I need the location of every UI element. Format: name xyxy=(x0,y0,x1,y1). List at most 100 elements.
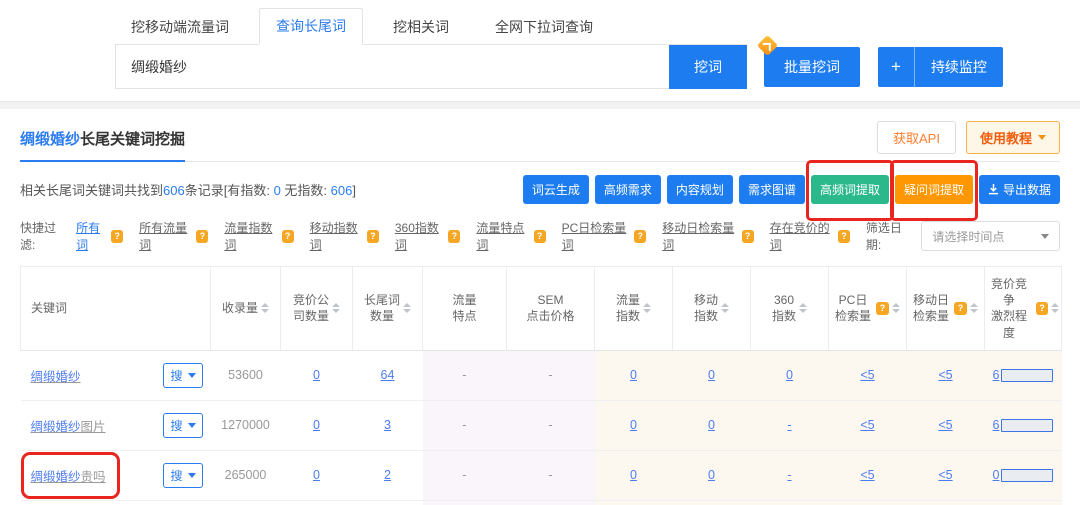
action-button-疑问词提取[interactable]: 疑问词提取 xyxy=(895,175,973,204)
competition-value-link[interactable]: 6 xyxy=(993,418,1000,432)
tab-挖移动端流量词[interactable]: 挖移动端流量词 xyxy=(115,10,245,44)
sort-icon[interactable] xyxy=(403,303,411,313)
filter-流量特点词[interactable]: 流量特点词? xyxy=(476,219,545,253)
filter-存在竞价的词[interactable]: 存在竞价的词? xyxy=(770,219,850,253)
row-search-button[interactable]: 搜 xyxy=(163,463,202,488)
get-api-button[interactable]: 获取API xyxy=(877,121,956,154)
cell-bid_companies: 0 xyxy=(281,350,353,400)
help-icon[interactable]: ? xyxy=(448,230,460,243)
tab-查询长尾词[interactable]: 查询长尾词 xyxy=(259,8,363,45)
sort-icon[interactable] xyxy=(332,303,340,313)
filter-流量指数词[interactable]: 流量指数词? xyxy=(224,219,293,253)
action-button-词云生成[interactable]: 词云生成 xyxy=(523,175,589,204)
help-icon[interactable]: ? xyxy=(1036,302,1048,315)
cell-value-link[interactable]: 0 xyxy=(630,368,637,382)
sort-icon[interactable] xyxy=(643,303,651,313)
keyword-link[interactable]: 绸缎婚纱贵吗 xyxy=(31,466,106,485)
help-icon[interactable]: ? xyxy=(367,230,379,243)
cell-value-link[interactable]: <5 xyxy=(938,418,952,432)
result-summary: 相关长尾词关键词共找到606条记录[有指数: 0 无指数: 606] xyxy=(20,180,356,199)
keyword-link[interactable]: 绸缎婚纱图片 xyxy=(31,416,106,435)
filter-所有流量词[interactable]: 所有流量词? xyxy=(139,219,208,253)
cell-value-link[interactable]: 64 xyxy=(381,368,395,382)
cell-value-link[interactable]: 0 xyxy=(630,418,637,432)
help-icon[interactable]: ? xyxy=(954,302,967,315)
sort-icon[interactable] xyxy=(721,303,729,313)
filter-360指数词[interactable]: 360指数词? xyxy=(395,219,461,253)
row-search-button[interactable]: 搜 xyxy=(163,413,202,438)
help-icon[interactable]: ? xyxy=(282,230,294,243)
cell-value-link[interactable]: <5 xyxy=(938,368,952,382)
cell-value-link[interactable]: <5 xyxy=(860,418,874,432)
cell-competition: 6 xyxy=(985,400,1062,450)
cell-value-link[interactable]: 3 xyxy=(384,418,391,432)
competition-value-link[interactable]: 0 xyxy=(993,468,1000,482)
filter-所有词[interactable]: 所有词? xyxy=(76,219,123,253)
sort-icon[interactable] xyxy=(261,303,269,313)
filter-移动日检索量词[interactable]: 移动日检索量词? xyxy=(662,219,753,253)
tab-全网下拉词查询[interactable]: 全网下拉词查询 xyxy=(479,10,609,44)
filter-text: 流量特点词 xyxy=(476,219,531,253)
cell-value-link[interactable]: 0 xyxy=(313,418,320,432)
keyword-cell: 绸缎婚纱贵吗 搜 xyxy=(23,463,209,488)
column-header-bid_companies: 竞价公司数量 xyxy=(281,267,353,351)
column-header-longtail_count: 长尾词数量 xyxy=(353,267,423,351)
sort-icon[interactable] xyxy=(799,303,807,313)
help-icon[interactable]: ? xyxy=(534,230,546,243)
keyword-segment: 图片 xyxy=(81,420,106,434)
filter-PC日检索量词[interactable]: PC日检索量词? xyxy=(562,219,647,253)
filter-text: 流量指数词 xyxy=(224,219,279,253)
date-select[interactable]: 请选择时间点 xyxy=(921,221,1060,251)
cell-value-link[interactable]: 0 xyxy=(708,418,715,432)
sort-icon[interactable] xyxy=(1051,303,1059,313)
cell-traffic_feature: - xyxy=(423,400,507,450)
action-button-内容规划[interactable]: 内容规划 xyxy=(667,175,733,204)
plus-icon[interactable]: + xyxy=(878,57,914,77)
cell-value-link[interactable]: - xyxy=(787,418,791,432)
cell-value-link[interactable]: <5 xyxy=(860,368,874,382)
help-icon[interactable]: ? xyxy=(876,302,889,315)
action-button-label: 高频需求 xyxy=(604,181,652,198)
help-icon[interactable]: ? xyxy=(111,230,123,243)
keyword-segment: 绸缎婚纱 xyxy=(31,470,81,484)
dig-words-button[interactable]: 挖词 xyxy=(669,45,747,89)
continuous-monitor-button[interactable]: + 持续监控 xyxy=(878,47,1003,87)
column-header-mobile_index: 移动指数 xyxy=(673,267,751,351)
cell-value-link[interactable]: <5 xyxy=(860,468,874,482)
action-button-label: 导出数据 xyxy=(1003,181,1051,198)
row-search-button[interactable]: 搜 xyxy=(163,363,202,388)
competition-cell: 0 xyxy=(987,468,1060,482)
cell-value-link[interactable]: <5 xyxy=(938,468,952,482)
filter-移动指数词[interactable]: 移动指数词? xyxy=(310,219,379,253)
action-button-高频需求[interactable]: 高频需求 xyxy=(595,175,661,204)
batch-dig-button[interactable]: 批量挖词 xyxy=(764,47,860,87)
competition-value-link[interactable]: 6 xyxy=(993,368,1000,382)
cell-value-link[interactable]: 0 xyxy=(313,368,320,382)
cell-value-link[interactable]: 0 xyxy=(630,468,637,482)
help-icon[interactable]: ? xyxy=(634,230,646,243)
sort-icon[interactable] xyxy=(970,303,978,313)
keyword-link[interactable]: 绸缎婚纱 xyxy=(31,366,81,385)
keyword-input[interactable] xyxy=(115,45,669,89)
action-button-需求图谱[interactable]: 需求图谱 xyxy=(739,175,805,204)
cell-value-link[interactable]: 0 xyxy=(786,368,793,382)
filter-text: 所有词 xyxy=(76,219,109,253)
action-button-高频词提取[interactable]: 高频词提取 xyxy=(811,175,889,204)
tutorial-button[interactable]: 使用教程 xyxy=(966,121,1060,154)
cell-value: - xyxy=(548,468,552,482)
help-icon[interactable]: ? xyxy=(742,230,754,243)
tab-挖相关词[interactable]: 挖相关词 xyxy=(377,10,465,44)
cell-value-link[interactable]: - xyxy=(787,468,791,482)
cell-value-link[interactable]: 2 xyxy=(384,468,391,482)
cell-value-link[interactable]: 0 xyxy=(708,468,715,482)
table-row: 绸缎面婚纱搜32300002-1.99000<5<59 xyxy=(21,500,1062,505)
with-index-count: 0 xyxy=(274,183,281,198)
cell-traffic_feature: - xyxy=(423,350,507,400)
cell-value: - xyxy=(548,368,552,382)
cell-value-link[interactable]: 0 xyxy=(313,468,320,482)
sort-icon[interactable] xyxy=(892,303,900,313)
action-button-导出数据[interactable]: 导出数据 xyxy=(979,175,1060,204)
help-icon[interactable]: ? xyxy=(838,230,850,243)
cell-value-link[interactable]: 0 xyxy=(708,368,715,382)
help-icon[interactable]: ? xyxy=(196,230,208,243)
